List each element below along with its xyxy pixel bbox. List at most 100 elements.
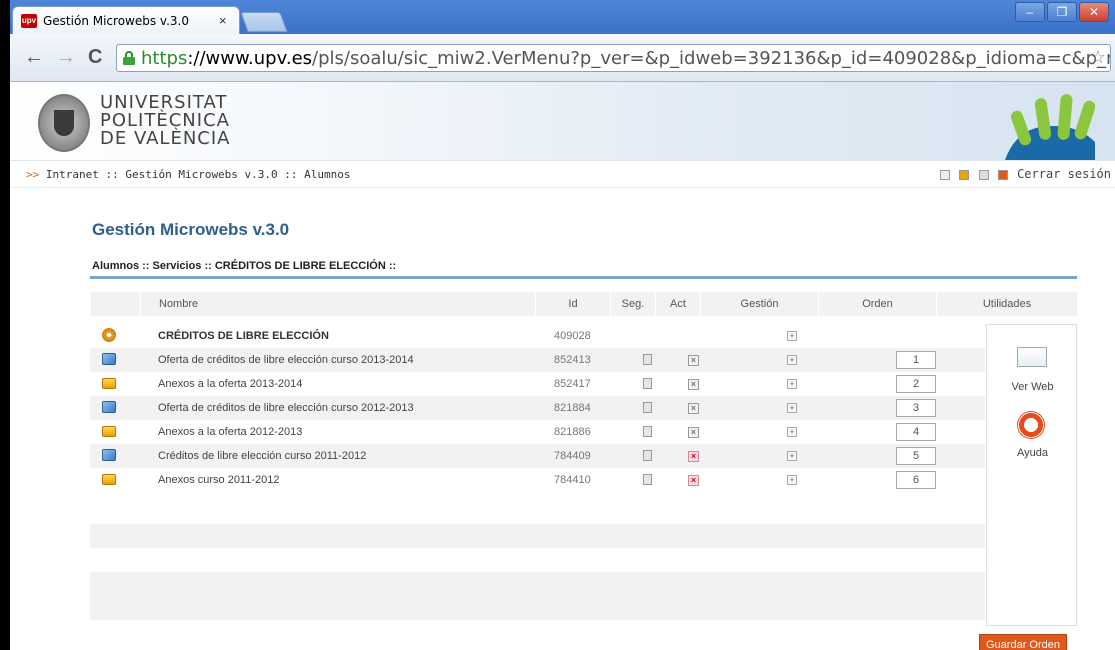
row-id: 852413 xyxy=(554,354,591,366)
back-arrow-icon[interactable]: ← xyxy=(24,46,44,69)
ayuda-link[interactable]: Ayuda xyxy=(987,447,1078,459)
upv-favicon-icon: upv xyxy=(21,14,37,28)
forward-arrow-icon[interactable]: → xyxy=(56,46,76,69)
hand-graphic xyxy=(1005,94,1095,160)
upv-seal-logo[interactable] xyxy=(38,94,90,152)
active-toggle-icon[interactable]: × xyxy=(688,355,699,366)
utilities-panel: Ver Web Ayuda xyxy=(986,324,1077,626)
active-toggle-icon[interactable]: × xyxy=(688,403,699,414)
table-row[interactable]: Anexos curso 2011-2012 784410 × + 6 xyxy=(90,468,985,492)
active-toggle-icon[interactable]: × xyxy=(688,427,699,438)
row-name[interactable]: Créditos de libre elección curso 2011-20… xyxy=(158,444,366,468)
reload-icon[interactable]: C xyxy=(88,46,102,69)
order-input[interactable]: 3 xyxy=(896,399,936,417)
lang-valencian-icon[interactable] xyxy=(940,169,951,180)
security-icon[interactable] xyxy=(643,474,652,485)
table-row[interactable]: Créditos de libre elección curso 2011-20… xyxy=(90,444,985,468)
folder-icon xyxy=(102,474,116,485)
expand-icon[interactable]: + xyxy=(787,475,797,485)
inactive-toggle-icon[interactable]: × xyxy=(688,475,699,486)
page-title: Gestión Microwebs v.3.0 xyxy=(92,220,290,239)
table-row[interactable]: Oferta de créditos de libre elección cur… xyxy=(90,348,985,372)
lang-english-icon[interactable] xyxy=(978,169,989,180)
url-host: ://www.upv.es xyxy=(187,48,313,69)
inactive-toggle-icon[interactable]: × xyxy=(688,451,699,462)
expand-icon[interactable]: + xyxy=(787,403,797,413)
breadcrumb-bar: >> Intranet :: Gestión Microwebs v.3.0 :… xyxy=(10,160,1115,188)
table-row[interactable]: CRÉDITOS DE LIBRE ELECCIÓN 409028 + xyxy=(90,324,985,348)
book-icon xyxy=(102,449,116,461)
header-orden: Orden xyxy=(818,292,936,316)
table-row[interactable]: Anexos a la oferta 2013-2014 852417 × + … xyxy=(90,372,985,396)
order-input[interactable]: 6 xyxy=(896,471,936,489)
expand-icon[interactable]: + xyxy=(787,355,797,365)
book-icon xyxy=(102,401,116,413)
logout-link[interactable]: Cerrar sesión xyxy=(1017,167,1111,181)
lock-icon xyxy=(123,51,135,65)
row-name[interactable]: CRÉDITOS DE LIBRE ELECCIÓN xyxy=(158,324,329,348)
expand-icon[interactable]: + xyxy=(787,379,797,389)
header-nombre: Nombre xyxy=(140,292,535,316)
book-icon xyxy=(102,353,116,365)
browser-window: upv Gestión Microwebs v.3.0 × – ❐ ✕ ← → … xyxy=(0,0,1115,650)
save-order-button[interactable]: Guardar Orden xyxy=(979,634,1067,650)
logo-line-3: DE VALÈNCIA xyxy=(100,128,231,149)
empty-row xyxy=(90,572,985,596)
order-input[interactable]: 2 xyxy=(896,375,936,393)
security-icon[interactable] xyxy=(643,426,652,437)
row-id: 784409 xyxy=(554,450,591,462)
browser-tab[interactable]: upv Gestión Microwebs v.3.0 × xyxy=(12,6,240,34)
row-name[interactable]: Anexos curso 2011-2012 xyxy=(158,468,280,492)
expand-icon[interactable]: + xyxy=(787,451,797,461)
table-header: Nombre Id Seg. Act Gestión Orden Utilida… xyxy=(90,292,1077,316)
row-name[interactable]: Oferta de créditos de libre elección cur… xyxy=(158,396,414,420)
folder-icon xyxy=(102,426,116,437)
minimize-button[interactable]: – xyxy=(1015,2,1045,22)
row-name[interactable]: Oferta de créditos de libre elección cur… xyxy=(158,348,414,372)
empty-row xyxy=(90,596,985,620)
close-window-button[interactable]: ✕ xyxy=(1079,2,1109,22)
security-icon[interactable] xyxy=(643,402,652,413)
tab-close-icon[interactable]: × xyxy=(219,13,227,28)
row-id: 852417 xyxy=(554,378,591,390)
expand-icon[interactable]: + xyxy=(787,331,797,341)
table-row[interactable]: Anexos a la oferta 2012-2013 821886 × + … xyxy=(90,420,985,444)
security-icon[interactable] xyxy=(643,354,652,365)
upv-logo-text[interactable]: UNIVERSITAT POLITÈCNICA DE VALÈNCIA xyxy=(100,94,231,148)
order-input[interactable]: 1 xyxy=(896,351,936,369)
window-controls: – ❐ ✕ xyxy=(1015,2,1115,24)
lifebuoy-icon[interactable] xyxy=(1017,411,1045,439)
url-scheme: https xyxy=(141,48,188,69)
maximize-button[interactable]: ❐ xyxy=(1047,2,1077,22)
section-path: Alumnos :: Servicios :: CRÉDITOS DE LIBR… xyxy=(92,260,397,272)
table-row[interactable]: Oferta de créditos de libre elección cur… xyxy=(90,396,985,420)
address-bar[interactable]: https://www.upv.es/pls/soalu/sic_miw2.Ve… xyxy=(116,44,1111,72)
window-edge xyxy=(0,0,10,650)
url-text: https://www.upv.es/pls/soalu/sic_miw2.Ve… xyxy=(141,48,1110,69)
header-gestion: Gestión xyxy=(700,292,818,316)
breadcrumb: >> Intranet :: Gestión Microwebs v.3.0 :… xyxy=(26,168,351,181)
web-page-icon[interactable] xyxy=(1017,347,1047,367)
row-id: 409028 xyxy=(554,330,591,342)
order-input[interactable]: 5 xyxy=(896,447,936,465)
header-act: Act xyxy=(655,292,700,316)
breadcrumb-text[interactable]: Intranet :: Gestión Microwebs v.3.0 :: A… xyxy=(46,168,351,181)
site-header: UNIVERSITAT POLITÈCNICA DE VALÈNCIA xyxy=(10,82,1115,160)
session-area: Cerrar sesión xyxy=(940,167,1111,181)
active-toggle-icon[interactable]: × xyxy=(688,379,699,390)
gear-icon xyxy=(102,328,116,342)
security-icon[interactable] xyxy=(643,378,652,389)
ver-web-link[interactable]: Ver Web xyxy=(987,381,1078,393)
browser-toolbar: ← → C https://www.upv.es/pls/soalu/sic_m… xyxy=(10,34,1115,82)
breadcrumb-arrows-icon: >> xyxy=(26,168,40,181)
order-input[interactable]: 4 xyxy=(896,423,936,441)
security-icon[interactable] xyxy=(643,450,652,461)
new-tab-button[interactable] xyxy=(240,12,288,32)
bookmark-star-icon[interactable]: ☆ xyxy=(1090,47,1106,68)
expand-icon[interactable]: + xyxy=(787,427,797,437)
folder-icon xyxy=(102,378,116,389)
lang-spanish-icon[interactable] xyxy=(959,169,970,180)
row-name[interactable]: Anexos a la oferta 2013-2014 xyxy=(158,372,302,396)
row-name[interactable]: Anexos a la oferta 2012-2013 xyxy=(158,420,302,444)
logout-lock-icon[interactable] xyxy=(997,169,1008,180)
